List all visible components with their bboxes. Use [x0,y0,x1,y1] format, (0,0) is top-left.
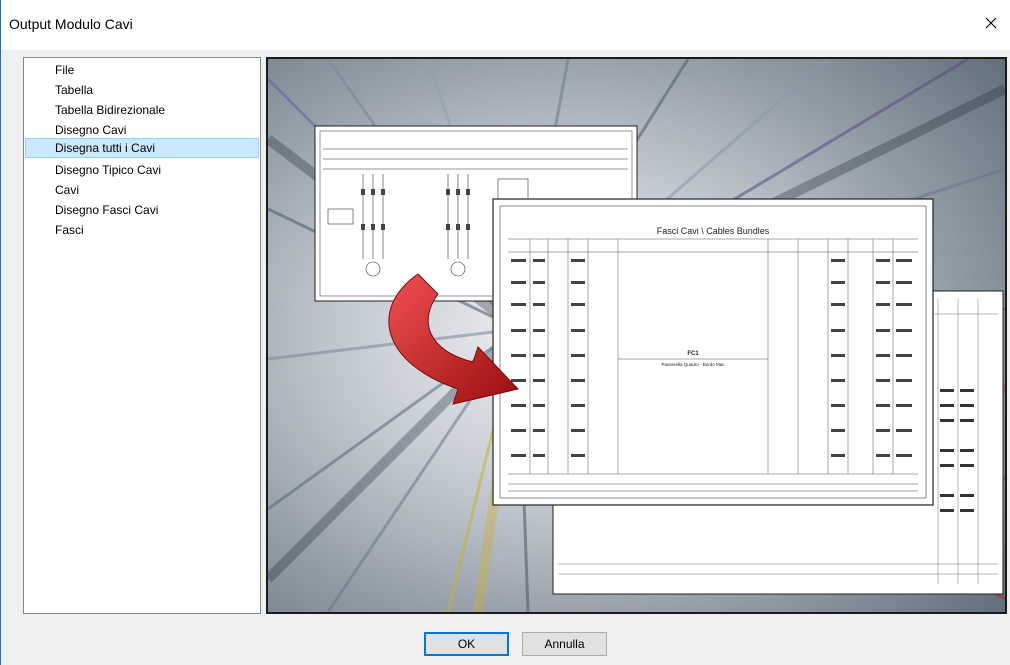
list-item-file[interactable]: File [25,60,259,80]
list-item-disegno-cavi[interactable]: Disegno Cavi [25,120,259,140]
list-item-disegno-fasci-cavi[interactable]: Disegno Fasci Cavi [25,200,259,220]
list-item-fasci[interactable]: Fasci [25,220,259,240]
ok-button[interactable]: OK [424,632,509,656]
title-bar: Output Modulo Cavi [1,0,1010,50]
list-item-tabella-bidirezionale[interactable]: Tabella Bidirezionale [25,100,259,120]
close-icon [985,17,997,29]
dialog-window: Output Modulo Cavi File Tabella Tabella … [0,0,1010,665]
preview-image: Fasci Cavi \ Cables Bundles FC1 Passerel… [266,57,1007,614]
preview-illustration: Fasci Cavi \ Cables Bundles FC1 Passerel… [268,59,1005,612]
sheet-title: Fasci Cavi \ Cables Bundles [657,226,770,236]
list-item-cavi[interactable]: Cavi [25,180,259,200]
window-title: Output Modulo Cavi [9,16,133,32]
bundle-sub-label: Passerella Quadro - Bordo Mac [661,362,725,367]
list-item-disegna-tutti-i-cavi[interactable]: Disegna tutti i Cavi [25,138,259,158]
list-item-tabella[interactable]: Tabella [25,80,259,100]
output-type-list[interactable]: File Tabella Tabella Bidirezionale Diseg… [23,57,261,614]
list-item-disegno-tipico-cavi[interactable]: Disegno Tipico Cavi [25,160,259,180]
close-button[interactable] [974,6,1008,40]
bundle-label: FC1 [687,351,699,357]
cable-bundle-sheet: Fasci Cavi \ Cables Bundles FC1 Passerel… [492,198,934,506]
cancel-button[interactable]: Annulla [522,632,607,656]
